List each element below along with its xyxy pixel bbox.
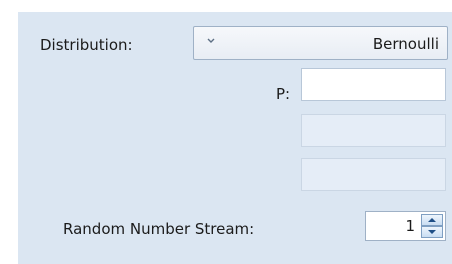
p-label: P: [276,85,291,103]
parameter-2-input [301,114,446,147]
distribution-dropdown[interactable]: Bernoulli [193,26,448,60]
chevron-down-icon [207,38,215,43]
distribution-label: Distribution: [40,36,133,54]
spin-up-button[interactable] [421,214,443,226]
p-input[interactable] [301,68,446,101]
distribution-selected-value: Bernoulli [372,35,439,53]
triangle-up-icon [428,218,436,222]
random-number-stream-label: Random Number Stream: [63,220,255,238]
random-number-stream-spinner[interactable]: 1 [365,211,446,241]
random-number-stream-value[interactable]: 1 [405,216,415,236]
spin-down-button[interactable] [421,226,443,238]
parameter-3-input [301,158,446,191]
distribution-panel: Distribution: Bernoulli P: Random Number… [18,12,452,264]
triangle-down-icon [428,230,436,234]
